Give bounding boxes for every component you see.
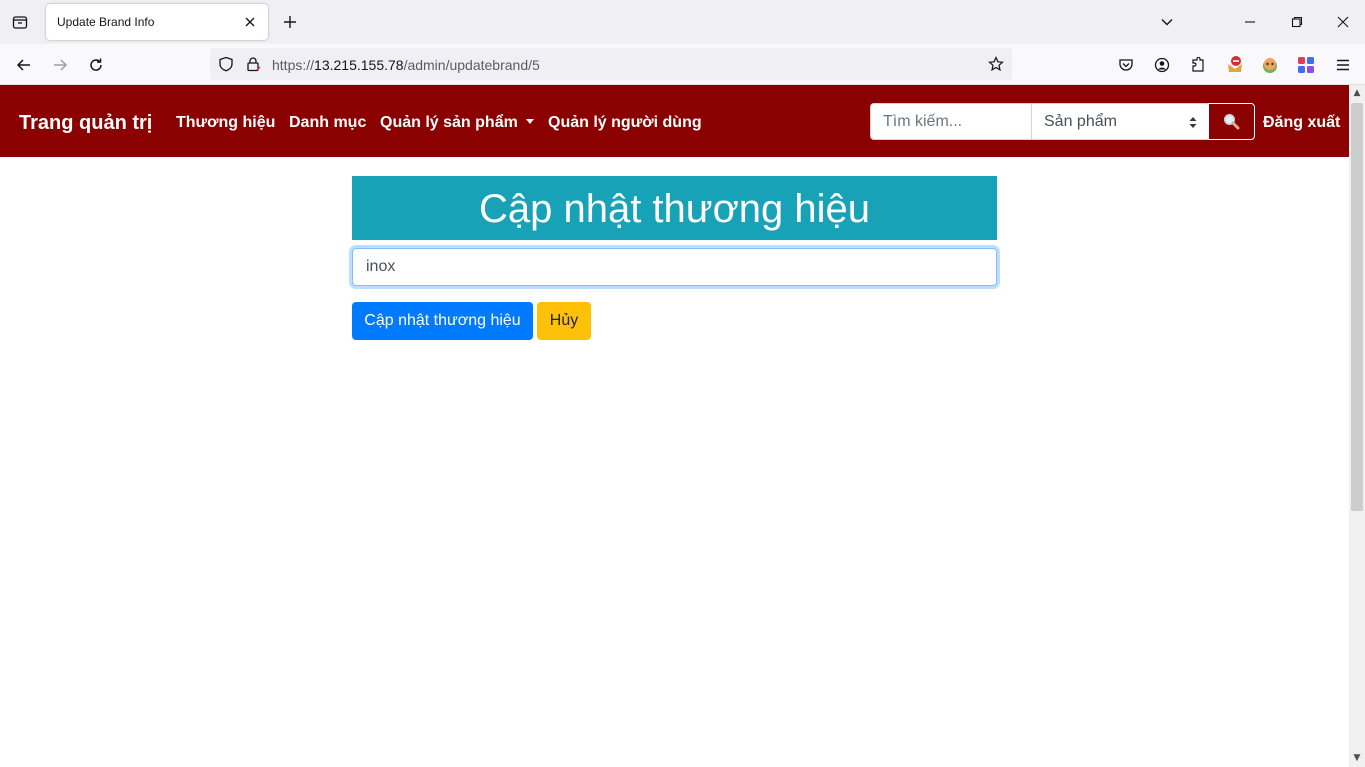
update-brand-button[interactable]: Cập nhật thương hiệu	[352, 302, 533, 340]
extension-block-icon[interactable]	[1224, 54, 1246, 76]
navbar-brand[interactable]: Trang quản trị	[19, 112, 152, 135]
page-scrollbar[interactable]: ▲ ▼	[1349, 85, 1365, 767]
account-icon[interactable]	[1151, 54, 1173, 76]
url-path: /admin/updatebrand/5	[403, 57, 540, 73]
url-host: 13.215.155.78	[314, 57, 404, 73]
minimize-icon[interactable]	[1240, 12, 1260, 32]
nav-dropdown-products-label: Quản lý sản phẩm	[380, 114, 518, 131]
caret-down-icon	[525, 119, 534, 124]
list-all-tabs-icon[interactable]	[1157, 12, 1177, 32]
tab-title: Update Brand Info	[57, 15, 155, 29]
scroll-up-icon[interactable]: ▲	[1352, 88, 1362, 98]
new-tab-icon[interactable]	[279, 11, 301, 33]
page-viewport: Trang quản trị Thương hiệu Danh mục Quản…	[0, 85, 1349, 767]
url-text[interactable]: https://13.215.155.78/admin/updatebrand/…	[272, 57, 540, 73]
page-title: Cập nhật thương hiệu	[352, 176, 997, 240]
reload-icon[interactable]	[83, 52, 109, 78]
extension-face-icon[interactable]	[1259, 54, 1281, 76]
nav-dropdown-products[interactable]: Quản lý sản phẩm	[380, 114, 534, 132]
nav-link-categories[interactable]: Danh mục	[289, 114, 366, 132]
shield-icon[interactable]	[216, 54, 236, 74]
cancel-button[interactable]: Hủy	[537, 302, 591, 340]
browser-tab-bar: Update Brand Info	[0, 0, 1365, 44]
select-arrows-icon	[1189, 117, 1197, 128]
menu-icon[interactable]	[1332, 54, 1354, 76]
search-input[interactable]	[870, 103, 1032, 140]
bookmark-star-icon[interactable]	[986, 54, 1006, 74]
browser-tab-active[interactable]: Update Brand Info	[46, 4, 268, 40]
restore-icon[interactable]	[1287, 12, 1307, 32]
tab-close-icon[interactable]	[240, 12, 260, 32]
search-category-value: Sản phẩm	[1044, 113, 1117, 130]
brand-name-input[interactable]	[352, 248, 997, 286]
scroll-thumb[interactable]	[1351, 103, 1363, 511]
tab-list-icon[interactable]	[8, 10, 32, 34]
scroll-down-icon[interactable]: ▼	[1352, 753, 1362, 763]
search-icon	[1224, 114, 1240, 130]
search-category-select[interactable]: Sản phẩm	[1031, 103, 1209, 140]
lock-icon[interactable]	[243, 54, 263, 74]
browser-toolbar: https://13.215.155.78/admin/updatebrand/…	[0, 44, 1365, 85]
forward-icon[interactable]	[47, 52, 73, 78]
address-bar[interactable]: https://13.215.155.78/admin/updatebrand/…	[210, 48, 1012, 80]
logout-link[interactable]: Đăng xuất	[1263, 114, 1340, 132]
search-form: Sản phẩm	[870, 103, 1255, 140]
pocket-icon[interactable]	[1115, 54, 1137, 76]
url-prefix: https://	[272, 57, 315, 73]
extension-grid-icon[interactable]	[1295, 54, 1317, 76]
close-window-icon[interactable]	[1333, 12, 1353, 32]
admin-navbar: Trang quản trị Thương hiệu Danh mục Quản…	[0, 85, 1349, 157]
nav-link-brands[interactable]: Thương hiệu	[176, 114, 275, 132]
extensions-icon[interactable]	[1187, 54, 1209, 76]
nav-link-users[interactable]: Quản lý người dùng	[548, 114, 702, 132]
back-icon[interactable]	[11, 52, 37, 78]
search-button[interactable]	[1208, 103, 1255, 140]
